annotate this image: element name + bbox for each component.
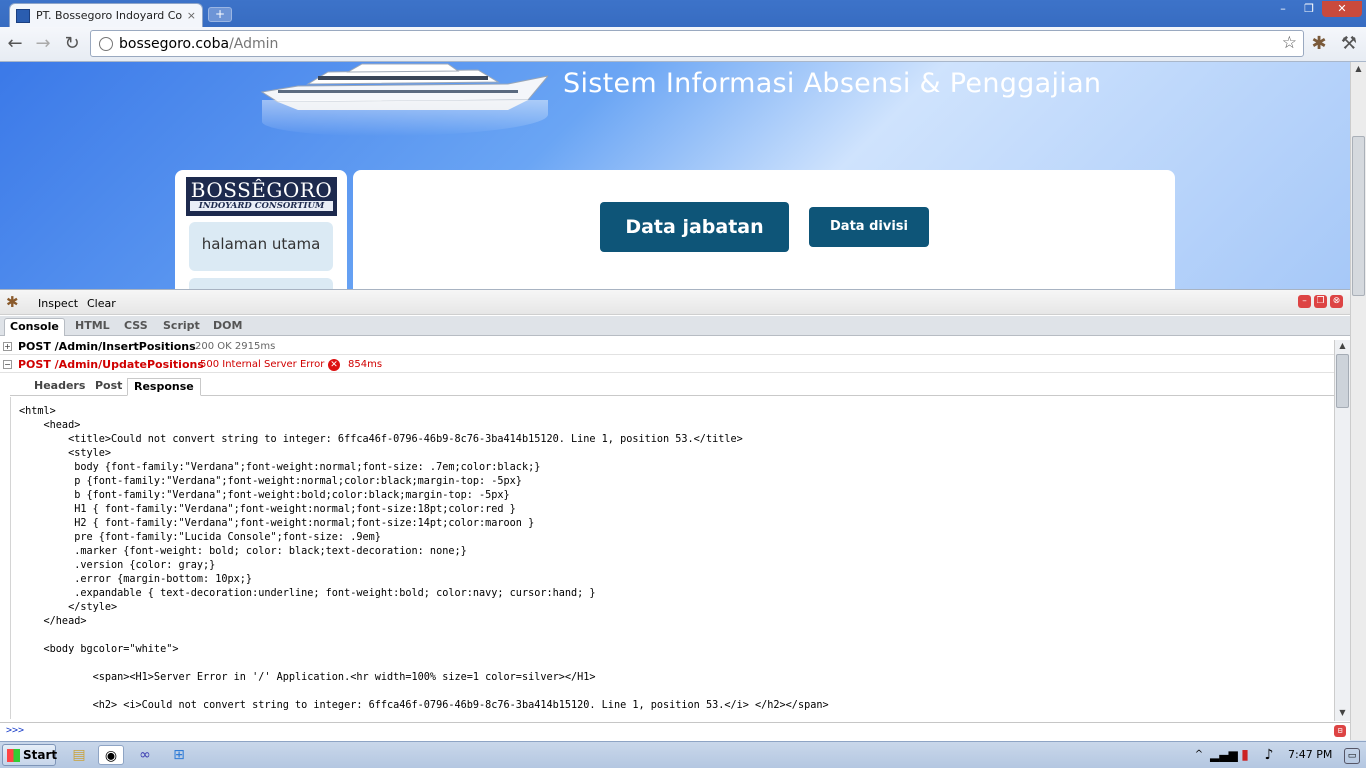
inspect-button[interactable]: Inspect <box>38 297 78 310</box>
tab-script[interactable]: Script <box>158 318 205 336</box>
tray-expand-icon[interactable]: ^ <box>1192 745 1206 765</box>
request-status: 500 Internal Server Error <box>200 359 325 370</box>
firebug-scroll-thumb[interactable] <box>1336 354 1349 408</box>
tab-close-icon[interactable]: × <box>187 9 196 22</box>
navigation-bar: ← → ↻ bossegoro.coba/Admin ☆ ✱ ⚒ <box>0 27 1366 62</box>
firebug-tabs: Console HTML CSS Script DOM <box>0 316 1350 336</box>
bookmark-star-icon[interactable]: ☆ <box>1282 33 1297 53</box>
volume-icon[interactable]: ♪ <box>1260 745 1278 765</box>
request-method-url: POST /Admin/UpdatePositions <box>18 358 204 371</box>
show-desktop-icon[interactable]: ▭ <box>1344 748 1360 764</box>
expand-command-icon[interactable]: ⊟ <box>1334 725 1346 737</box>
wrench-icon[interactable]: ⚒ <box>1338 33 1360 55</box>
page-viewport: Sistem Informasi Absensi & Penggajian BO… <box>0 62 1350 290</box>
data-divisi-button[interactable]: Data divisi <box>809 207 929 247</box>
subtab-post[interactable]: Post <box>89 378 128 396</box>
taskbar: Start ▤ ◉ ∞ ⊞ ^ ▂▄▆ ▮ ♪ 7:47 PM ▭ <box>0 741 1366 768</box>
clear-button[interactable]: Clear <box>87 297 116 310</box>
clock[interactable]: 7:47 PM <box>1288 748 1332 761</box>
command-prompt: >>> <box>6 725 25 736</box>
company-logo: BOSSÊGORO INDOYARD CONSORTIUM <box>186 177 337 216</box>
firebug-bug-icon[interactable]: ✱ <box>6 293 19 311</box>
response-text: <html> <head> <title>Could not convert s… <box>19 406 829 711</box>
sidebar-item-halaman-utama[interactable]: halaman utama <box>189 222 333 271</box>
scroll-down-icon[interactable]: ▼ <box>1336 708 1349 720</box>
command-line[interactable]: >>> ⊟ <box>0 722 1350 741</box>
request-status: 200 OK 2915ms <box>195 341 276 352</box>
firebug-minimize-icon[interactable]: – <box>1298 295 1311 308</box>
subtab-response[interactable]: Response <box>127 378 201 396</box>
back-icon[interactable]: ← <box>4 33 26 55</box>
browser-chrome: PT. Bossegoro Indoyard Consortium × + – … <box>0 0 1366 62</box>
tab-console[interactable]: Console <box>4 318 65 336</box>
request-method-url: POST /Admin/InsertPositions <box>18 340 196 353</box>
favicon-icon <box>16 8 30 23</box>
logo-line1: BOSSÊGORO <box>190 178 333 202</box>
firebug-icon[interactable]: ✱ <box>1308 33 1330 55</box>
tab-title: PT. Bossegoro Indoyard Consortium <box>36 9 183 22</box>
explorer-folder-icon[interactable]: ▤ <box>66 745 92 765</box>
response-body: <html> <head> <title>Could not convert s… <box>10 397 1334 719</box>
scroll-up-icon[interactable]: ▲ <box>1336 341 1349 353</box>
tab-html[interactable]: HTML <box>70 318 115 336</box>
windows-app-icon[interactable]: ⊞ <box>166 745 192 765</box>
battery-icon[interactable]: ▮ <box>1236 745 1254 765</box>
request-subtabs: Headers Post Response <box>10 376 1334 396</box>
visual-studio-icon[interactable]: ∞ <box>132 745 158 765</box>
scroll-up-icon[interactable]: ▲ <box>1352 64 1365 76</box>
expand-toggle-icon[interactable]: + <box>3 342 12 351</box>
browser-tab[interactable]: PT. Bossegoro Indoyard Consortium × <box>9 3 203 27</box>
request-row-insert[interactable]: + POST /Admin/InsertPositions 200 OK 291… <box>0 338 1334 355</box>
collapse-toggle-icon[interactable]: − <box>3 360 12 369</box>
restore-button[interactable]: ❐ <box>1296 1 1322 17</box>
main-content: Data jabatan Data divisi <box>353 170 1175 290</box>
url-path: /Admin <box>229 35 279 52</box>
start-label: Start <box>23 748 58 762</box>
start-button[interactable]: Start <box>2 744 58 766</box>
url-host: bossegoro.coba <box>119 35 230 52</box>
error-icon: ✕ <box>328 359 340 371</box>
close-window-button[interactable]: ✕ <box>1322 1 1362 17</box>
tab-dom[interactable]: DOM <box>208 318 247 336</box>
logo-line2: INDOYARD CONSORTIUM <box>190 201 333 211</box>
windows-flag-icon <box>7 749 20 762</box>
sidebar: BOSSÊGORO INDOYARD CONSORTIUM halaman ut… <box>175 170 347 290</box>
data-jabatan-button[interactable]: Data jabatan <box>600 202 789 252</box>
minimize-button[interactable]: – <box>1270 1 1296 17</box>
subtab-headers[interactable]: Headers <box>28 378 91 396</box>
firebug-toolbar: ✱ Inspect Clear – ❐ ⊗ <box>0 290 1350 315</box>
firebug-detach-icon[interactable]: ❐ <box>1314 295 1327 308</box>
firebug-panel: ✱ Inspect Clear – ❐ ⊗ Console HTML CSS S… <box>0 289 1350 741</box>
reload-icon[interactable]: ↻ <box>61 33 83 55</box>
site-title: Sistem Informasi Absensi & Penggajian <box>563 68 1102 99</box>
network-signal-icon[interactable]: ▂▄▆ <box>1210 745 1238 765</box>
request-row-update[interactable]: − POST /Admin/UpdatePositions 500 Intern… <box>0 356 1334 373</box>
globe-icon <box>99 36 113 51</box>
new-tab-button[interactable]: + <box>208 7 232 22</box>
page-scroll-thumb[interactable] <box>1352 136 1365 296</box>
firebug-close-icon[interactable]: ⊗ <box>1330 295 1343 308</box>
tab-css[interactable]: CSS <box>119 318 153 336</box>
page-scrollbar[interactable]: ▲ <box>1350 62 1366 740</box>
chrome-taskbar-icon[interactable]: ◉ <box>98 745 124 765</box>
address-bar[interactable]: bossegoro.coba/Admin ☆ <box>90 30 1304 57</box>
forward-icon[interactable]: → <box>32 33 54 55</box>
firebug-scrollbar[interactable]: ▲ ▼ <box>1334 340 1350 721</box>
request-time: 854ms <box>348 359 383 370</box>
